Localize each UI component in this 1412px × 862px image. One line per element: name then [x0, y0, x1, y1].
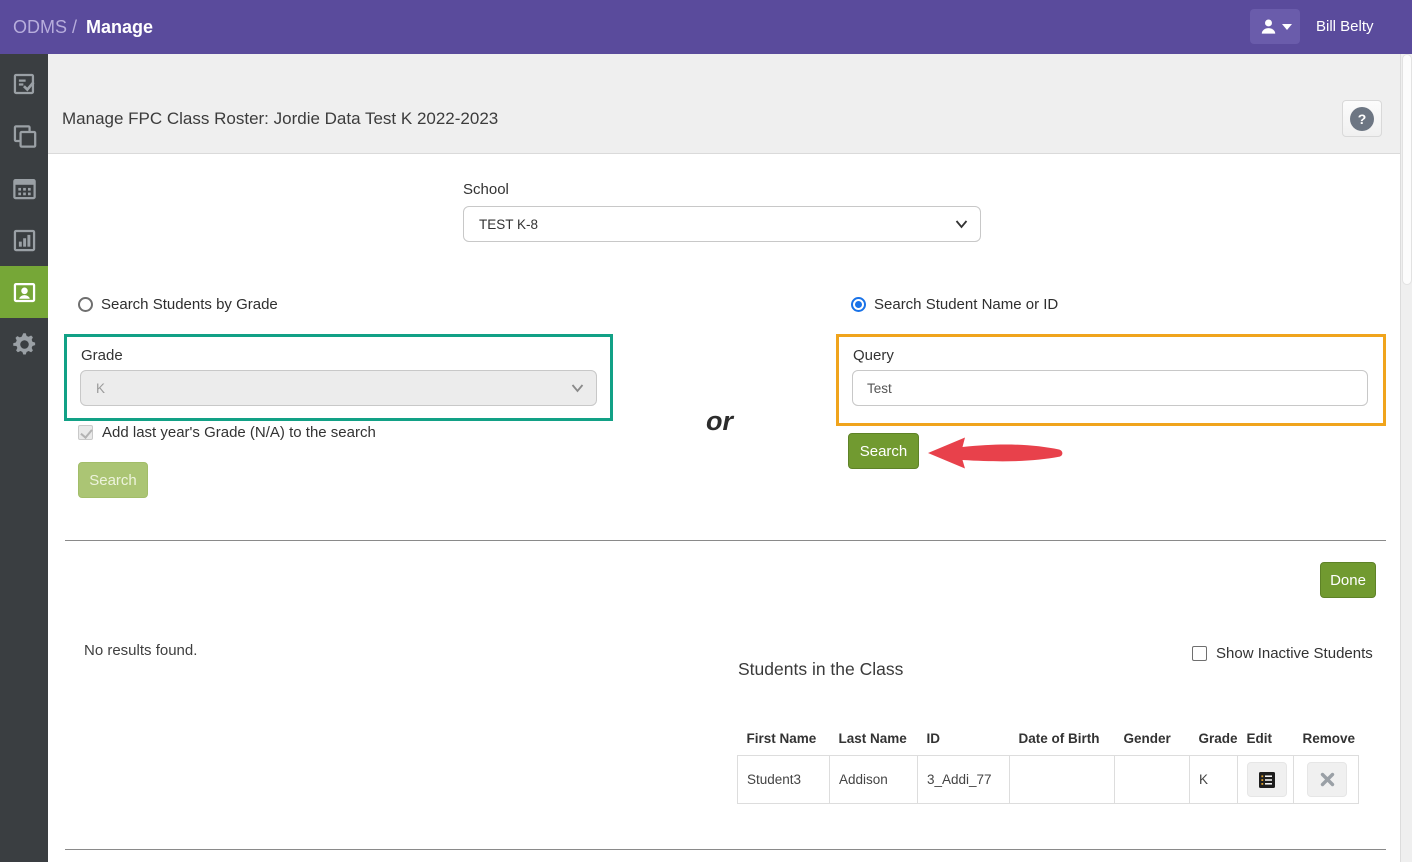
section-divider: [65, 540, 1386, 541]
query-label: Query: [853, 347, 894, 364]
question-icon: ?: [1350, 107, 1374, 131]
cell-last-name: Addison: [830, 756, 918, 804]
col-edit: Edit: [1238, 722, 1294, 756]
cell-first-name: Student3: [738, 756, 830, 804]
show-inactive-checkbox[interactable]: [1192, 646, 1207, 661]
col-first-name: First Name: [738, 722, 830, 756]
chevron-down-icon: [571, 383, 584, 393]
main-content: School TEST K-8 Search Students by Grade…: [48, 154, 1400, 862]
col-last-name: Last Name: [830, 722, 918, 756]
col-id: ID: [918, 722, 1010, 756]
cell-grade: K: [1190, 756, 1238, 804]
page-header: Manage FPC Class Roster: Jordie Data Tes…: [48, 54, 1400, 154]
table-header-row: First Name Last Name ID Date of Birth Ge…: [738, 722, 1359, 756]
sidebar-item-layers[interactable]: [0, 110, 48, 162]
show-inactive-row: Show Inactive Students: [1192, 645, 1373, 662]
user-name: Bill Belty: [1316, 0, 1374, 54]
user-menu-button[interactable]: [1250, 9, 1300, 44]
query-search-button[interactable]: Search: [848, 433, 919, 469]
query-highlight-annotation: Query: [836, 334, 1386, 426]
query-radio-row: Search Student Name or ID: [851, 296, 1058, 313]
list-edit-icon: [1258, 771, 1276, 789]
school-select[interactable]: TEST K-8: [463, 206, 981, 242]
bar-chart-icon: [11, 227, 38, 254]
show-inactive-label: Show Inactive Students: [1216, 645, 1373, 662]
grade-label: Grade: [81, 347, 123, 364]
sidebar-item-clipboard[interactable]: [0, 58, 48, 110]
last-year-grade-row: Add last year's Grade (N/A) to the searc…: [78, 424, 376, 441]
query-radio-label: Search Student Name or ID: [874, 296, 1058, 313]
contact-card-icon: [11, 279, 38, 306]
breadcrumb-app-link[interactable]: ODMS /: [13, 17, 77, 37]
arrow-annotation: [926, 436, 1068, 472]
grade-radio[interactable]: [78, 297, 93, 312]
sidebar-item-reports[interactable]: [0, 214, 48, 266]
cell-gender: [1115, 756, 1190, 804]
grade-radio-label: Search Students by Grade: [101, 296, 278, 313]
remove-button[interactable]: [1307, 762, 1347, 797]
cell-dob: [1010, 756, 1115, 804]
layers-icon: [11, 123, 38, 150]
top-bar: ODMS / Manage Bill Belty: [0, 0, 1412, 54]
user-icon: [1259, 17, 1278, 36]
caret-down-icon: [1282, 24, 1292, 30]
scrollbar-track: [1400, 54, 1412, 862]
col-grade: Grade: [1190, 722, 1238, 756]
col-gender: Gender: [1115, 722, 1190, 756]
x-icon: [1320, 772, 1335, 787]
scrollbar-thumb[interactable]: [1402, 54, 1412, 285]
calendar-icon: [11, 175, 38, 202]
grade-highlight-annotation: Grade K: [64, 334, 613, 421]
breadcrumb: ODMS / Manage: [13, 0, 153, 54]
help-button[interactable]: ?: [1342, 100, 1382, 137]
breadcrumb-current-page: Manage: [86, 17, 153, 37]
cell-id: 3_Addi_77: [918, 756, 1010, 804]
gear-icon: [11, 331, 38, 358]
class-heading: Students in the Class: [738, 659, 903, 680]
col-dob: Date of Birth: [1010, 722, 1115, 756]
school-select-value: TEST K-8: [479, 217, 538, 232]
table-row: Student3 Addison 3_Addi_77 K: [738, 756, 1359, 804]
col-remove: Remove: [1294, 722, 1359, 756]
students-table: First Name Last Name ID Date of Birth Ge…: [737, 722, 1359, 804]
chevron-down-icon: [955, 219, 968, 229]
grade-radio-row: Search Students by Grade: [78, 296, 278, 313]
sidebar: [0, 54, 48, 862]
clipboard-check-icon: [11, 71, 38, 98]
sidebar-item-calendar[interactable]: [0, 162, 48, 214]
bottom-divider: [65, 849, 1386, 850]
page-title: Manage FPC Class Roster: Jordie Data Tes…: [62, 109, 498, 129]
edit-button[interactable]: [1247, 762, 1287, 797]
done-button[interactable]: Done: [1320, 562, 1376, 598]
grade-select[interactable]: K: [80, 370, 597, 406]
grade-select-value: K: [96, 381, 105, 396]
last-year-grade-label: Add last year's Grade (N/A) to the searc…: [102, 424, 376, 441]
last-year-grade-checkbox[interactable]: [78, 425, 93, 440]
sidebar-item-settings[interactable]: [0, 318, 48, 370]
sidebar-item-roster[interactable]: [0, 266, 48, 318]
query-radio[interactable]: [851, 297, 866, 312]
or-text: or: [706, 406, 733, 437]
school-label: School: [463, 181, 509, 198]
query-input[interactable]: [852, 370, 1368, 406]
no-results-text: No results found.: [84, 642, 197, 659]
grade-search-button[interactable]: Search: [78, 462, 148, 498]
